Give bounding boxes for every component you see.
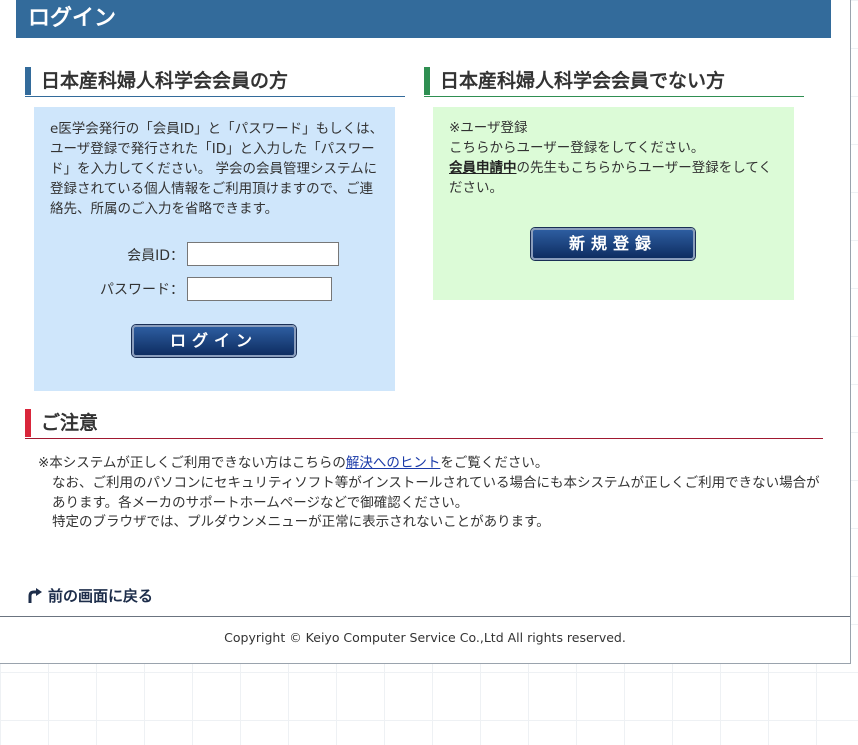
nonmember-heading-underline <box>424 96 804 97</box>
member-id-input[interactable] <box>187 242 339 266</box>
nonmember-section-heading: 日本産科婦人科学会会員でない方 <box>424 67 804 95</box>
member-heading-underline <box>25 96 405 97</box>
page: ログイン 日本産科婦人科学会会員の方 e医学会発行の「会員ID」と「パスワード」… <box>0 0 851 664</box>
register-instruction: こちらからユーザー登録をしてください。 <box>449 140 705 156</box>
member-section-heading: 日本産科婦人科学会会員の方 <box>25 67 405 95</box>
member-id-label: 会員ID： <box>127 248 184 264</box>
register-note-title: ※ユーザ登録 <box>449 120 528 136</box>
hint-link[interactable]: 解決へのヒント <box>346 455 441 471</box>
notice-line-1-suffix: をご覧ください。 <box>440 455 549 471</box>
password-input[interactable] <box>187 277 332 301</box>
register-applying-note: 会員申請中の先生もこちらからユーザー登録をしてください。 <box>449 158 784 198</box>
notice-heading-underline <box>25 438 823 439</box>
notice-line-1: ※本システムが正しくご利用できない方はこちらの解決へのヒントをご覧ください。 <box>38 453 823 473</box>
return-arrow-icon <box>28 587 42 603</box>
new-registration-button[interactable]: 新規登録 <box>531 228 695 260</box>
notice-section-heading: ご注意 <box>25 409 823 437</box>
member-login-panel: e医学会発行の「会員ID」と「パスワード」もしくは、ユーザ登録で発行された「ID… <box>34 107 395 391</box>
notice-line-3: 特定のブラウザでは、プルダウンメニューが正常に表示されないことがあります。 <box>52 514 550 530</box>
page-title: ログイン <box>16 0 831 38</box>
copyright-text: Copyright © Keiyo Computer Service Co.,L… <box>224 630 626 645</box>
back-link[interactable]: 前の画面に戻る <box>26 585 153 606</box>
notice-line-2: なお、ご利用のパソコンにセキュリティソフト等がインストールされている場合にも本シ… <box>52 475 820 511</box>
back-link-label: 前の画面に戻る <box>48 587 154 605</box>
footer-divider <box>0 616 850 617</box>
login-button[interactable]: ログイン <box>132 325 296 357</box>
notice-line-1-prefix: ※本システムが正しくご利用できない方はこちらの <box>38 455 346 471</box>
nonmember-text: ※ユーザ登録 こちらからユーザー登録をしてください。 会員申請中の先生もこちらか… <box>449 118 784 198</box>
password-label: パスワード： <box>100 282 184 298</box>
nonmember-register-panel: ※ユーザ登録 こちらからユーザー登録をしてください。 会員申請中の先生もこちらか… <box>433 107 794 300</box>
applying-member-link[interactable]: 会員申請中 <box>449 160 517 176</box>
member-intro-text: e医学会発行の「会員ID」と「パスワード」もしくは、ユーザ登録で発行された「ID… <box>50 121 384 217</box>
